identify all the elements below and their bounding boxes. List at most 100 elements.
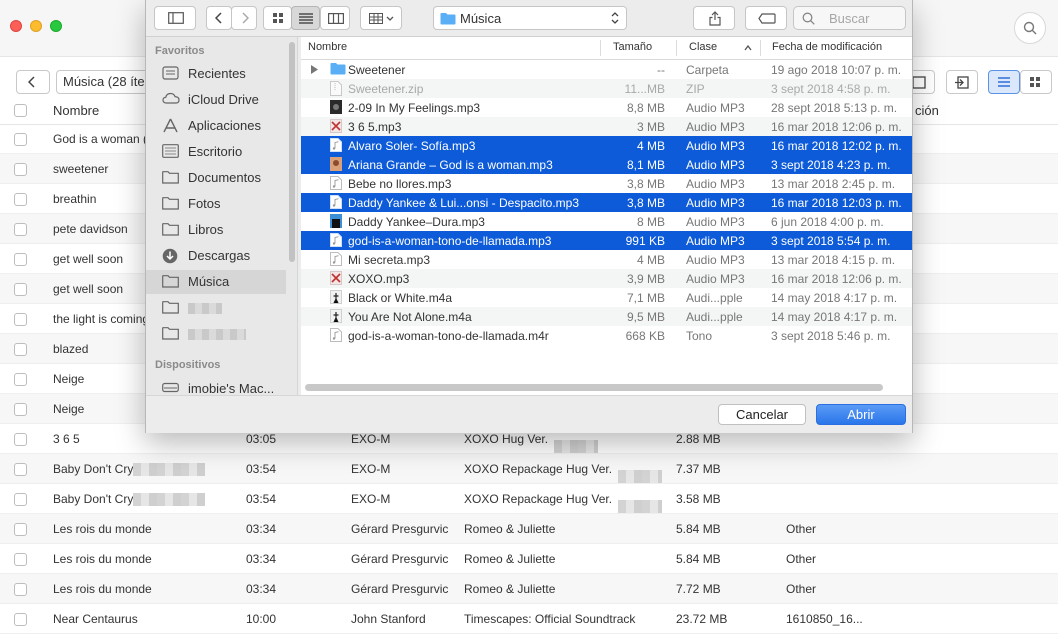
sidebar-item-recientes[interactable]: Recientes	[146, 62, 286, 86]
horizontal-scrollbar[interactable]	[305, 384, 883, 391]
row-checkbox[interactable]	[14, 283, 27, 296]
file-row[interactable]: god-is-a-woman-tono-de-llamada.m4r 668 KB…	[301, 326, 912, 345]
file-name: Sweetener.zip	[348, 82, 424, 96]
file-date: 6 jun 2018 4:00 p. m.	[771, 215, 884, 229]
sidebar-item-fotos[interactable]: Fotos	[146, 192, 286, 216]
track-row[interactable]: Les rois du monde 03:34 Gérard Presgurvic R…	[0, 544, 1058, 574]
redacted-text	[618, 470, 663, 483]
file-row[interactable]: Alvaro Soler- Sofía.mp3 4 MB Audio MP3 16 m…	[301, 136, 912, 155]
column-date-header[interactable]: Fecha de modificación	[772, 41, 882, 53]
search-field[interactable]: Buscar	[793, 6, 906, 30]
row-checkbox[interactable]	[14, 403, 27, 416]
sidebar-item-hidden-1[interactable]	[146, 296, 286, 320]
forward-nav-button[interactable]	[231, 6, 257, 30]
file-size: 8,1 MB	[626, 158, 665, 172]
column-view-button[interactable]	[320, 6, 350, 30]
sidebar-scrollbar[interactable]	[289, 42, 295, 262]
search-icon	[1023, 21, 1037, 35]
file-kind: Carpeta	[686, 63, 729, 77]
folder-row[interactable]: Sweetener -- Carpeta 19 ago 2018 10:07 p. m…	[301, 60, 912, 79]
track-name: Les rois du monde	[53, 522, 152, 536]
row-checkbox[interactable]	[14, 343, 27, 356]
row-checkbox[interactable]	[14, 433, 27, 446]
column-name-header[interactable]: Nombre	[308, 41, 347, 53]
disclosure-triangle-icon[interactable]	[311, 65, 318, 74]
app-search-button[interactable]	[1014, 12, 1046, 44]
track-row[interactable]: Les rois du monde 03:34 Gérard Presgurvic R…	[0, 574, 1058, 604]
row-checkbox[interactable]	[14, 253, 27, 266]
cancel-button[interactable]: Cancelar	[718, 404, 806, 425]
window-close-button[interactable]	[10, 20, 22, 32]
track-row[interactable]: Near Centaurus 10:00 John Stanford Timescap…	[0, 604, 1058, 634]
row-checkbox[interactable]	[14, 163, 27, 176]
icon-view-button[interactable]	[263, 6, 292, 30]
row-checkbox[interactable]	[14, 193, 27, 206]
list-view-button[interactable]	[988, 70, 1020, 94]
file-row[interactable]: XOXO.mp3 3,9 MB Audio MP3 16 mar 2018 12:06…	[301, 269, 912, 288]
column-kind-header[interactable]: Clase	[689, 41, 717, 53]
album-art-icon	[330, 157, 343, 172]
location-popup[interactable]: Música	[433, 6, 627, 30]
row-checkbox[interactable]	[14, 613, 27, 626]
file-row[interactable]: You Are Not Alone.m4a 9,5 MB Audi...pple 14…	[301, 307, 912, 326]
list-view-icon	[299, 13, 313, 24]
file-name: Alvaro Soler- Sofía.mp3	[348, 139, 476, 153]
row-checkbox[interactable]	[14, 463, 27, 476]
window-minimize-button[interactable]	[30, 20, 42, 32]
select-all-checkbox[interactable]	[14, 104, 27, 117]
row-checkbox[interactable]	[14, 523, 27, 536]
window-zoom-button[interactable]	[50, 20, 62, 32]
row-checkbox[interactable]	[14, 553, 27, 566]
sidebar-item-libros[interactable]: Libros	[146, 218, 286, 242]
audio-file-icon	[330, 233, 343, 248]
column-name-header[interactable]: Nombre	[53, 103, 99, 118]
file-size: 7,1 MB	[626, 291, 665, 305]
track-row[interactable]: Baby Don't Cry 03:54 EXO-M XOXO Repackage H…	[0, 484, 1058, 514]
column-view-icon	[328, 13, 344, 24]
chevron-right-icon	[242, 12, 249, 24]
list-view-button[interactable]	[291, 6, 320, 30]
zip-file-icon	[330, 81, 343, 96]
back-nav-button[interactable]	[206, 6, 232, 30]
sidebar-item-icloud-drive[interactable]: iCloud Drive	[146, 88, 286, 112]
sidebar-toggle-button[interactable]	[154, 6, 196, 30]
row-checkbox[interactable]	[14, 493, 27, 506]
export-icon	[912, 76, 926, 89]
sidebar-item-escritorio[interactable]: Escritorio	[146, 140, 286, 164]
track-row[interactable]: Les rois du monde 03:34 Gérard Presgurvic R…	[0, 514, 1058, 544]
sidebar-item-hidden-2[interactable]	[146, 322, 286, 346]
group-view-button[interactable]	[360, 6, 402, 30]
sidebar-item-música[interactable]: Música	[146, 270, 286, 294]
file-row[interactable]: Ariana Grande – God is a woman.mp3 8,1 MB…	[301, 155, 912, 174]
file-row[interactable]: Bebe no llores.mp3 3,8 MB Audio MP3 13 mar …	[301, 174, 912, 193]
column-size-header[interactable]: Tamaño	[613, 41, 652, 53]
row-checkbox[interactable]	[14, 133, 27, 146]
open-button[interactable]: Abrir	[816, 404, 906, 425]
grid-view-button[interactable]	[1020, 70, 1052, 94]
sidebar-item-aplicaciones[interactable]: Aplicaciones	[146, 114, 286, 138]
file-row[interactable]: Daddy Yankee & Lui...onsi - Despacito.mp…	[301, 193, 912, 212]
file-row[interactable]: Black or White.m4a 7,1 MB Audi...pple 14 ma…	[301, 288, 912, 307]
sidebar-item-descargas[interactable]: Descargas	[146, 244, 286, 268]
row-checkbox[interactable]	[14, 583, 27, 596]
row-checkbox[interactable]	[14, 223, 27, 236]
column-date-header[interactable]: ción	[915, 103, 939, 118]
sidebar-item-documentos[interactable]: Documentos	[146, 166, 286, 190]
track-album: XOXO Hug Ver.	[464, 432, 599, 453]
row-checkbox[interactable]	[14, 313, 27, 326]
file-row[interactable]: 2-09 In My Feelings.mp3 8,8 MB Audio MP3 28…	[301, 98, 912, 117]
row-checkbox[interactable]	[14, 373, 27, 386]
file-kind: Audio MP3	[686, 177, 745, 191]
file-row[interactable]: Mi secreta.mp3 4 MB Audio MP3 13 mar 2018 4…	[301, 250, 912, 269]
import-button[interactable]	[946, 70, 978, 94]
back-button[interactable]	[16, 70, 50, 94]
file-date: 28 sept 2018 5:13 p. m.	[771, 101, 898, 115]
share-button[interactable]	[693, 6, 735, 30]
tags-button[interactable]	[745, 6, 787, 30]
file-row[interactable]: god-is-a-woman-tono-de-llamada.mp3 991 KB…	[301, 231, 912, 250]
file-row[interactable]: 3 6 5.mp3 3 MB Audio MP3 16 mar 2018 12:06 …	[301, 117, 912, 136]
file-row[interactable]: Sweetener.zip 11...MB ZIP 3 sept 2018 4:58 …	[301, 79, 912, 98]
file-name: god-is-a-woman-tono-de-llamada.m4r	[348, 329, 549, 343]
track-row[interactable]: Baby Don't Cry 03:54 EXO-M XOXO Repackage H…	[0, 454, 1058, 484]
file-row[interactable]: Daddy Yankee–Dura.mp3 8 MB Audio MP3 6 jun …	[301, 212, 912, 231]
